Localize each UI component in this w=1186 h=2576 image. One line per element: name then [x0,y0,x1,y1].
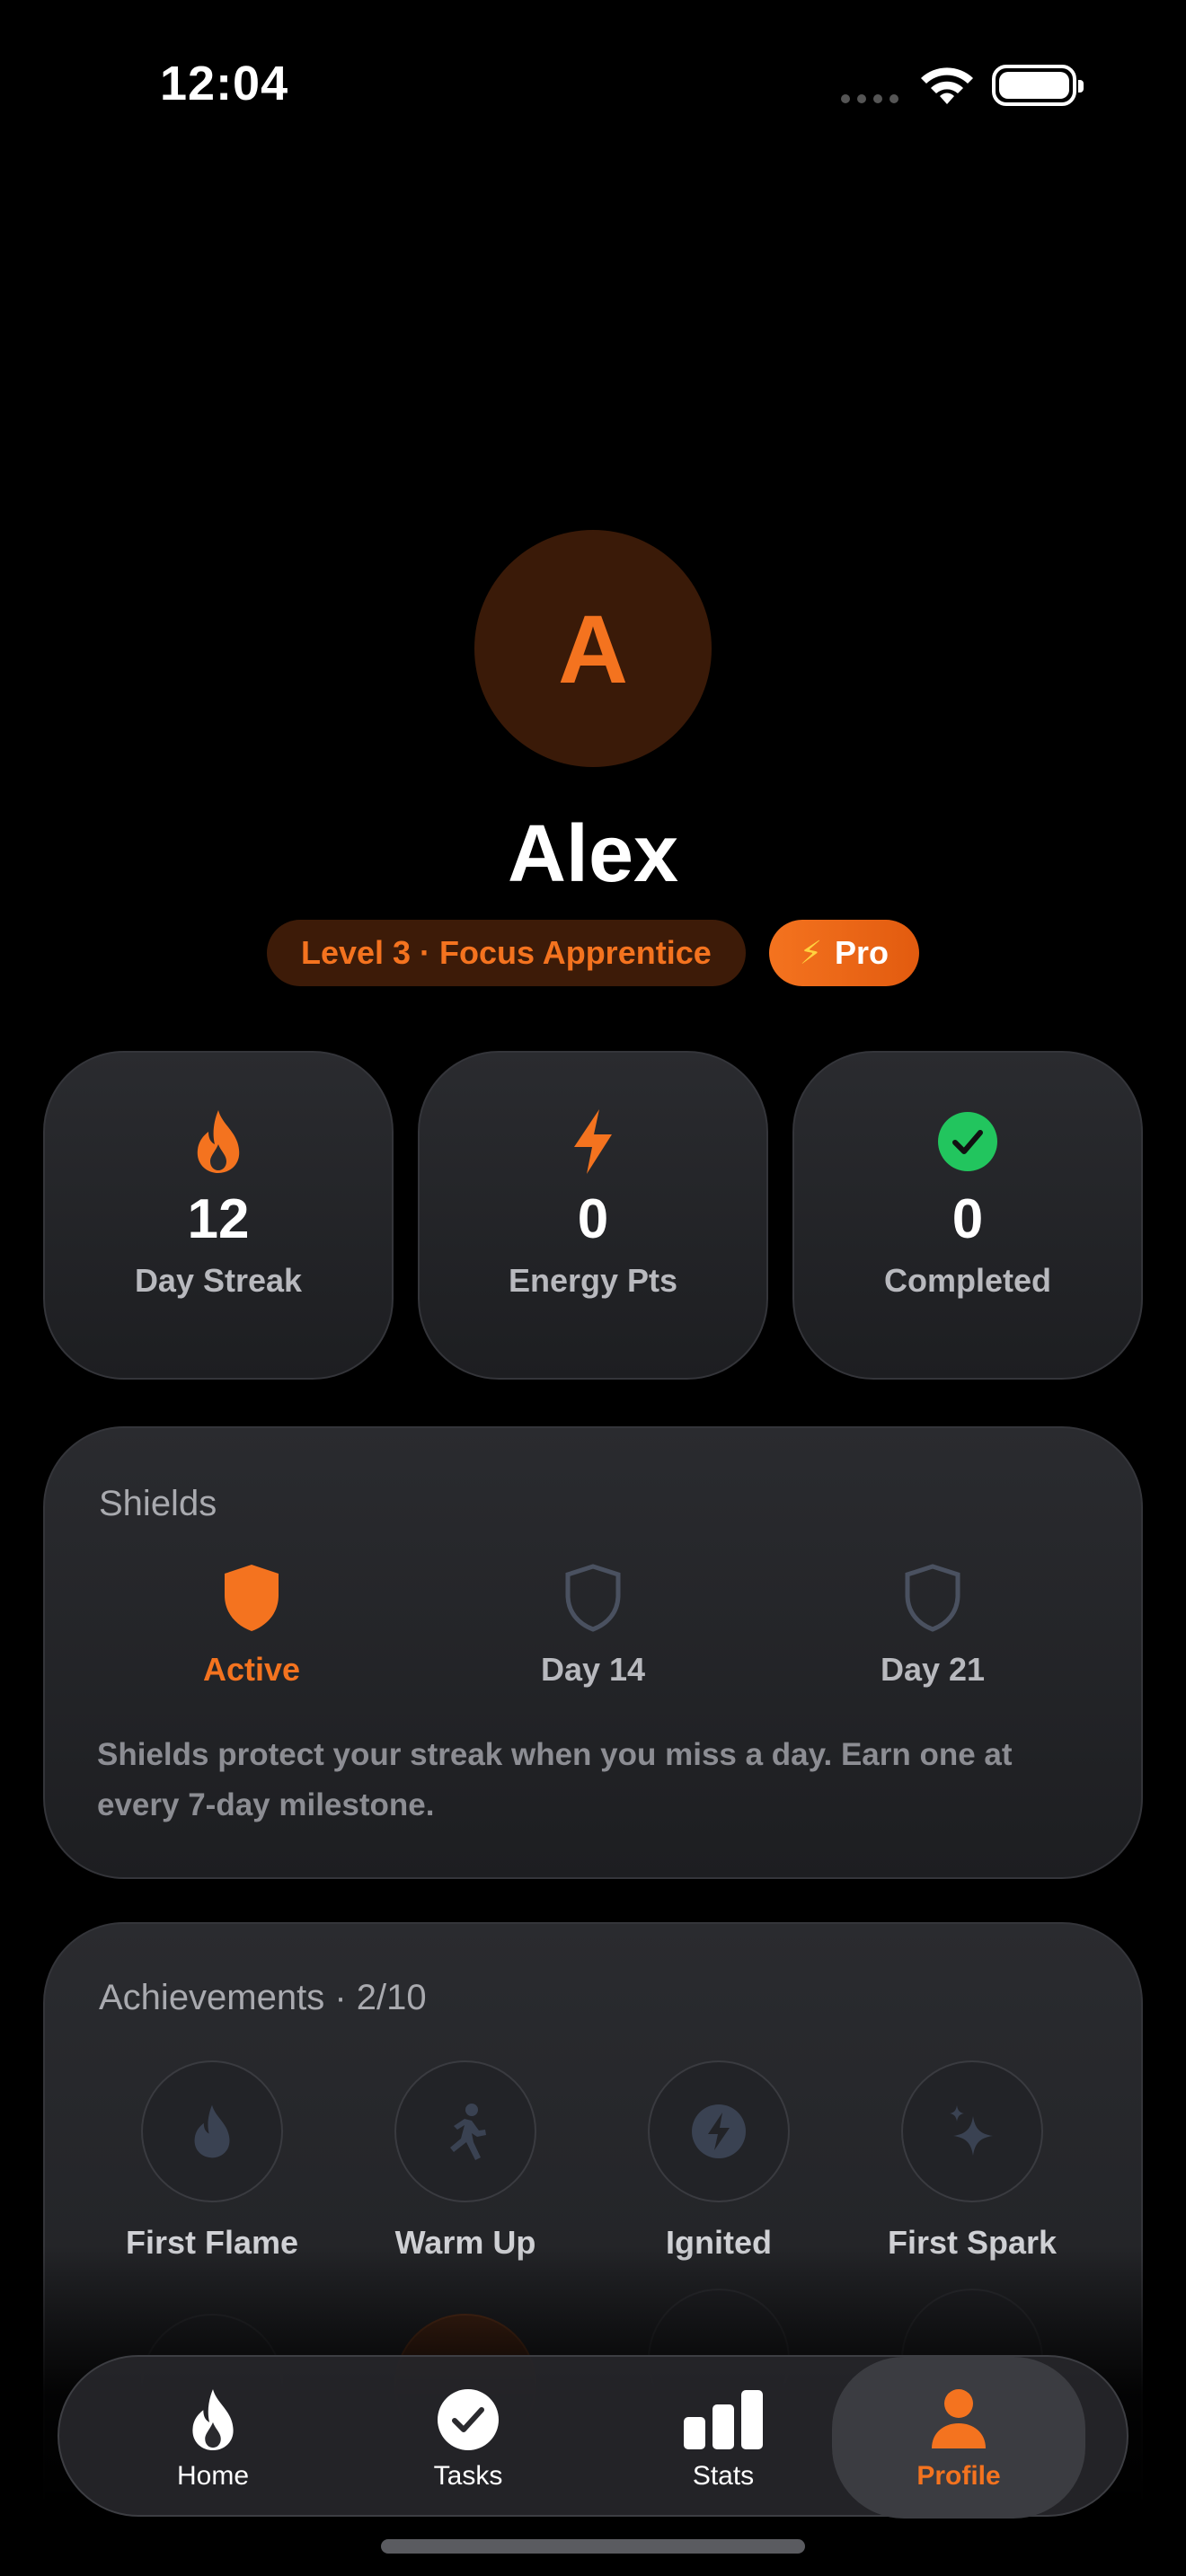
tab-profile[interactable]: Profile [832,2357,1085,2519]
flame-icon [192,1108,244,1175]
shield-label: Day 21 [880,1651,986,1688]
bolt-icon [569,1108,617,1175]
cellular-icon [841,94,898,103]
shield-outline-icon [905,1564,960,1632]
tab-label: Stats [692,2461,755,2491]
shields-description: Shields protect your streak when you mis… [97,1737,1013,1822]
pro-badge[interactable]: ⚡ Pro [768,920,920,986]
tab-stats[interactable]: Stats [597,2357,850,2519]
stat-card-streak[interactable]: 12 Day Streak [43,1051,394,1380]
lightning-icon: ⚡ [799,934,823,971]
check-circle-icon [938,1108,997,1175]
stat-value: 12 [187,1188,250,1250]
shield-icon [225,1565,279,1631]
person-icon [932,2389,986,2448]
pro-badge-label: Pro [835,934,890,971]
achievements-title: Achievements · 2/10 [99,1978,427,2017]
achievement-ignited[interactable]: Ignited [602,2060,836,2262]
flame-icon [192,2388,234,2451]
tab-home[interactable]: Home [86,2357,340,2519]
wifi-icon [921,67,973,104]
bolt-circle-icon [692,2104,746,2158]
tab-label: Profile [916,2461,1001,2491]
level-badge: Level 3 · Focus Apprentice [266,920,746,986]
shield-day14: Day 14 [458,1563,728,1689]
shields-title: Shields [99,1484,217,1523]
bar-chart-icon [684,2390,763,2449]
battery-icon [992,65,1084,106]
tab-bar: Home Tasks Stats Profile [58,2355,1128,2519]
stat-value: 0 [577,1188,609,1250]
profile-badges: Level 3 · Focus Apprentice ⚡ Pro [0,920,1186,986]
home-indicator [381,2539,805,2554]
stat-label: Energy Pts [508,1262,678,1299]
profile-name: Alex [507,809,679,899]
avatar[interactable]: A [474,530,712,767]
shield-label: Active [202,1651,301,1688]
stat-card-completed[interactable]: 0 Completed [792,1051,1143,1380]
stat-label: Day Streak [134,1262,303,1299]
shield-label: Day 14 [540,1651,646,1688]
status-bar: 12:04 [0,0,1186,180]
runner-icon [450,2104,486,2160]
shield-day21: Day 21 [798,1563,1067,1689]
status-time: 12:04 [160,57,289,110]
tab-tasks[interactable]: Tasks [341,2357,595,2519]
stat-value: 0 [951,1188,984,1250]
shield-outline-icon [565,1564,621,1632]
achievement-warm-up[interactable]: Warm Up [349,2060,582,2262]
stat-card-energy[interactable]: 0 Energy Pts [418,1051,768,1380]
achievement-first-spark[interactable]: First Spark [855,2060,1089,2262]
sparkles-icon [950,2105,993,2156]
achievement-first-flame[interactable]: First Flame [95,2060,329,2262]
stat-label: Completed [883,1262,1051,1299]
tab-label: Home [176,2461,250,2491]
shield-active: Active [117,1563,386,1689]
check-circle-icon [438,2389,499,2450]
flame-icon [194,2104,230,2158]
tab-label: Tasks [433,2461,503,2491]
